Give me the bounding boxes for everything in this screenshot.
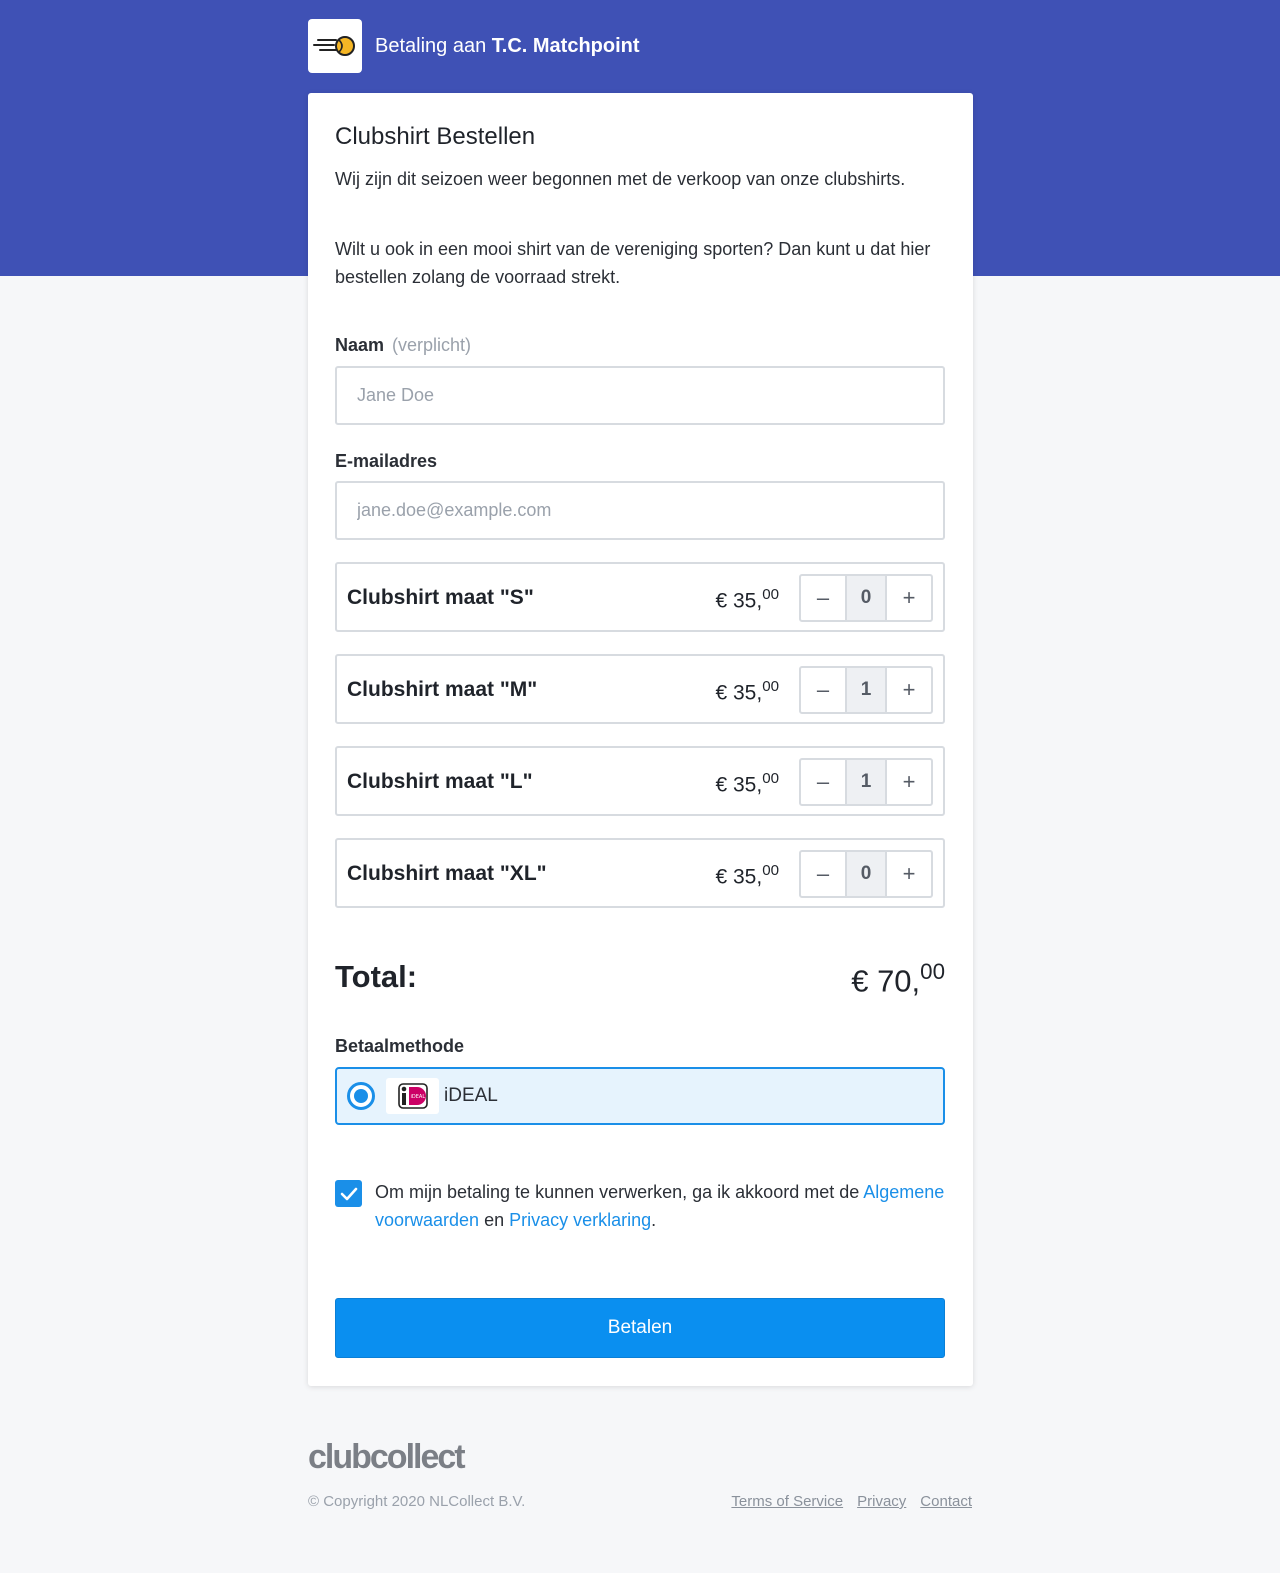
- consent-checkbox[interactable]: [335, 1180, 362, 1207]
- footer-links: Terms of Service Privacy Contact: [731, 1493, 972, 1510]
- price-currency: €: [715, 773, 728, 797]
- price-whole: 35,: [732, 681, 763, 705]
- increment-button[interactable]: +: [887, 576, 931, 620]
- increment-button[interactable]: +: [887, 852, 931, 896]
- total-label: Total:: [335, 959, 418, 994]
- quantity-value[interactable]: 1: [845, 668, 887, 712]
- form-title: Clubshirt Bestellen: [335, 123, 536, 150]
- footer-brand-text: clubcollect: [308, 1438, 465, 1474]
- consent-text-before: Om mijn betaling te kunnen verwerken, ga…: [375, 1182, 860, 1202]
- price-currency: €: [715, 865, 728, 889]
- privacy-link[interactable]: Privacy verklaring: [509, 1210, 651, 1230]
- price-currency: €: [715, 589, 728, 613]
- decrement-button[interactable]: –: [801, 852, 845, 896]
- payment-method-name: iDEAL: [444, 1085, 498, 1106]
- quantity-stepper: – 0 +: [799, 574, 933, 622]
- name-input[interactable]: [335, 366, 945, 425]
- price-cents: 00: [762, 862, 779, 879]
- svg-text:iDEAL: iDEAL: [410, 1094, 425, 1100]
- quantity-stepper: – 0 +: [799, 850, 933, 898]
- product-price: € 35,00: [715, 586, 779, 613]
- product-row-s: Clubshirt maat "S" € 35,00 – 0 +: [335, 562, 945, 632]
- price-whole: 35,: [732, 865, 763, 889]
- quantity-stepper: – 1 +: [799, 758, 933, 806]
- price-currency: €: [715, 681, 728, 705]
- tennis-ball-speed-icon: [308, 19, 362, 73]
- product-price: € 35,00: [715, 770, 779, 797]
- quantity-value[interactable]: 0: [845, 576, 887, 620]
- increment-button[interactable]: +: [887, 668, 931, 712]
- payment-option-ideal[interactable]: iDEAL iDEAL: [335, 1067, 945, 1125]
- product-row-l: Clubshirt maat "L" € 35,00 – 1 +: [335, 746, 945, 816]
- payment-card: Clubshirt Bestellen Wij zijn dit seizoen…: [308, 93, 973, 1386]
- pay-button[interactable]: Betalen: [335, 1298, 945, 1358]
- product-price: € 35,00: [715, 862, 779, 889]
- product-name: Clubshirt maat "L": [347, 770, 533, 793]
- total-cents: 00: [920, 959, 945, 984]
- footer-privacy-link[interactable]: Privacy: [857, 1493, 906, 1510]
- consent-text-mid: en: [484, 1210, 505, 1230]
- form-description-2: Wilt u ook in een mooi shirt van de vere…: [335, 239, 931, 287]
- quantity-value[interactable]: 0: [845, 852, 887, 896]
- contact-link[interactable]: Contact: [920, 1493, 972, 1510]
- name-label: Naam (verplicht): [335, 335, 471, 356]
- quantity-value[interactable]: 1: [845, 760, 887, 804]
- product-row-xl: Clubshirt maat "XL" € 35,00 – 0 +: [335, 838, 945, 908]
- terms-of-service-link[interactable]: Terms of Service: [731, 1493, 843, 1510]
- header-prefix: Betaling aan: [375, 34, 487, 57]
- consent-text-end: .: [651, 1210, 657, 1230]
- price-whole: 35,: [732, 589, 763, 613]
- price-cents: 00: [762, 678, 779, 695]
- header-title: Betaling aan T.C. Matchpoint: [375, 35, 640, 58]
- decrement-button[interactable]: –: [801, 576, 845, 620]
- copyright-text: © Copyright 2020 NLCollect B.V.: [308, 1493, 526, 1510]
- product-name: Clubshirt maat "S": [347, 586, 534, 609]
- consent-section: Om mijn betaling te kunnen verwerken, ga…: [335, 1178, 945, 1234]
- quantity-stepper: – 1 +: [799, 666, 933, 714]
- header-brand: Betaling aan T.C. Matchpoint: [308, 19, 640, 73]
- price-whole: 35,: [732, 773, 763, 797]
- club-name: T.C. Matchpoint: [491, 34, 640, 57]
- total-amount: € 70,00: [851, 959, 945, 999]
- product-row-m: Clubshirt maat "M" € 35,00 – 1 +: [335, 654, 945, 724]
- payment-method-label: Betaalmethode: [335, 1036, 465, 1056]
- ideal-logo-icon: iDEAL: [386, 1078, 439, 1114]
- decrement-button[interactable]: –: [801, 668, 845, 712]
- increment-button[interactable]: +: [887, 760, 931, 804]
- form-description-1: Wij zijn dit seizoen weer begonnen met d…: [335, 169, 906, 189]
- clubcollect-logo: clubcollect: [308, 1438, 478, 1479]
- consent-text: Om mijn betaling te kunnen verwerken, ga…: [375, 1178, 945, 1234]
- product-name: Clubshirt maat "XL": [347, 862, 547, 885]
- checkmark-icon: [340, 1187, 357, 1200]
- total-currency: €: [851, 963, 869, 999]
- required-hint: (verplicht): [392, 335, 472, 355]
- name-label-text: Naam: [335, 335, 385, 355]
- email-label: E-mailadres: [335, 451, 438, 471]
- total-whole: 70,: [877, 963, 921, 999]
- radio-button[interactable]: [347, 1082, 375, 1110]
- decrement-button[interactable]: –: [801, 760, 845, 804]
- price-cents: 00: [762, 770, 779, 787]
- radio-selected-dot: [354, 1089, 368, 1103]
- price-cents: 00: [762, 586, 779, 603]
- product-price: € 35,00: [715, 678, 779, 705]
- product-name: Clubshirt maat "M": [347, 678, 538, 701]
- email-input[interactable]: [335, 481, 945, 540]
